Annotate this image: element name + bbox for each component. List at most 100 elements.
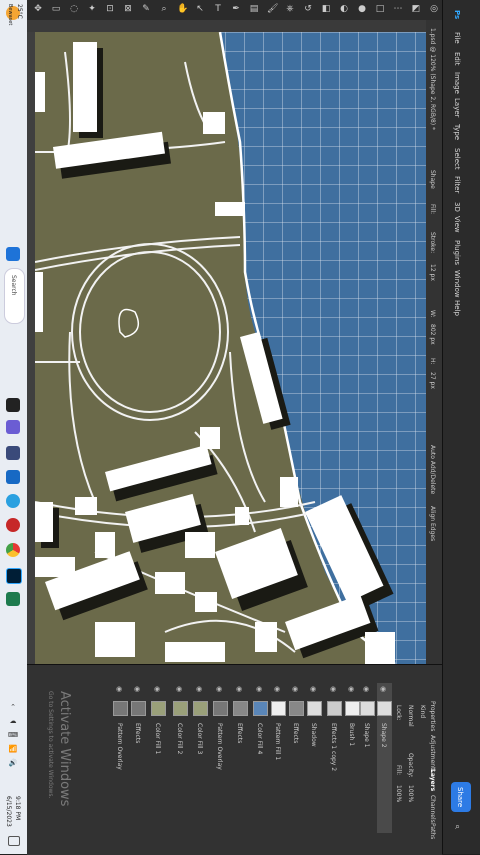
share-button[interactable]: Share [451, 782, 471, 812]
layer-row[interactable]: ◉ Pattern Overlay [213, 683, 228, 833]
layer-row[interactable]: ◉ Effects 1 copy 2 [327, 683, 342, 833]
hand-icon[interactable]: ✋ [177, 4, 188, 14]
visibility-eye-icon[interactable]: ◉ [348, 685, 354, 693]
layer-row[interactable]: ◉ Color Fill 1 [151, 683, 166, 833]
filter-kind[interactable]: Kind [419, 705, 426, 718]
layer-row[interactable]: ◉ Pattern Overlay [113, 683, 128, 833]
layer-row[interactable]: ◉ Brush 1 [345, 683, 360, 833]
visibility-eye-icon[interactable]: ◉ [256, 685, 262, 693]
move-tool-icon[interactable]: ✥ [33, 4, 43, 14]
tab-paths[interactable]: Paths [429, 823, 436, 839]
stamp-icon[interactable]: ⎈ [285, 4, 295, 14]
layer-row[interactable]: ◉ Effects [233, 683, 248, 833]
menu-bar: Ps File Edit Image Layer Type Select Fil… [442, 0, 480, 854]
visibility-eye-icon[interactable]: ◉ [310, 685, 316, 693]
quick-mask-icon[interactable]: ◎ [429, 4, 439, 14]
menu-image[interactable]: Image [453, 72, 461, 94]
w-value[interactable]: 802 px [429, 324, 436, 345]
menu-select[interactable]: Select [453, 148, 461, 170]
align-edges[interactable]: Align Edges [429, 506, 436, 541]
frame-icon[interactable]: ⊠ [123, 4, 133, 14]
crop-icon[interactable]: ⊡ [105, 4, 115, 14]
history-brush-icon[interactable]: ↺ [303, 4, 313, 14]
edit-toolbar-icon[interactable]: ⋯ [393, 4, 403, 14]
tab-layers[interactable]: Layers [429, 769, 436, 791]
pen-icon[interactable]: ✒ [231, 4, 241, 14]
wand-icon[interactable]: ✦ [87, 4, 97, 14]
layer-row[interactable]: ◉ Shape 1 [360, 683, 375, 833]
tab-channels[interactable]: Channels [429, 795, 436, 823]
visibility-eye-icon[interactable]: ◉ [196, 685, 202, 693]
visibility-eye-icon[interactable]: ◉ [154, 685, 160, 693]
notification-icon[interactable] [8, 836, 20, 846]
visibility-eye-icon[interactable]: ◉ [274, 685, 280, 693]
layer-row[interactable]: ◉ Effects [131, 683, 146, 833]
foreground-color-icon[interactable]: ◩ [411, 4, 421, 14]
lasso-icon[interactable]: ◌ [69, 4, 79, 14]
menu-layer[interactable]: Layer [453, 98, 461, 118]
store-icon[interactable] [6, 470, 20, 484]
shape-mode-label[interactable]: Shape [429, 170, 436, 189]
layer-row[interactable]: ◉ Color Fill 4 [253, 683, 268, 833]
system-tray[interactable]: ⌃ ☁ ⌨ 📶 🔊 [7, 700, 19, 790]
blend-mode[interactable]: Normal [407, 705, 414, 727]
edge-icon[interactable] [6, 494, 20, 508]
layer-row[interactable]: ◉ Effects [289, 683, 304, 833]
search-icon[interactable]: ⌕ [455, 822, 460, 832]
visibility-eye-icon[interactable]: ◉ [380, 685, 386, 693]
zoom-icon[interactable]: ⌕ [159, 4, 169, 14]
h-value[interactable]: 27 px [429, 372, 436, 389]
rect-shape-icon[interactable]: □ [375, 4, 385, 14]
menu-filter[interactable]: Filter [453, 176, 461, 193]
menu-file[interactable]: File [453, 32, 461, 44]
menu-help[interactable]: Help [453, 300, 461, 316]
clock-date[interactable]: 6/15/2023 [5, 796, 12, 827]
blur-icon[interactable]: ◐ [339, 4, 349, 14]
menu-view[interactable]: View [453, 216, 461, 233]
layer-row[interactable]: ◉ Shape 2 [377, 683, 392, 833]
clock-time[interactable]: 9:18 PM [14, 796, 21, 820]
tab-adjustments[interactable]: Adjustments [429, 735, 436, 773]
visibility-eye-icon[interactable]: ◉ [216, 685, 222, 693]
start-icon[interactable] [6, 247, 20, 261]
auto-add-delete[interactable]: Auto Add/Delete [429, 445, 436, 494]
photoshop-icon[interactable] [6, 568, 22, 584]
chrome-icon[interactable] [6, 543, 20, 557]
layer-row[interactable]: ◉ Color Fill 3 [193, 683, 208, 833]
visibility-eye-icon[interactable]: ◉ [292, 685, 298, 693]
gradient-icon[interactable]: ▤ [249, 4, 259, 14]
opera-icon[interactable] [6, 518, 20, 532]
document-canvas[interactable] [35, 32, 426, 664]
eraser-icon[interactable]: ◧ [321, 4, 331, 14]
menu-type[interactable]: Type [453, 124, 461, 140]
type-tool-icon[interactable]: T [213, 4, 223, 14]
search-box[interactable]: Search [4, 268, 25, 324]
layer-row[interactable]: ◉ Pattern Fill 1 [271, 683, 286, 833]
brush-icon[interactable]: 🖌 [267, 4, 278, 14]
path-select-icon[interactable]: ↖ [195, 4, 205, 14]
document-tab[interactable]: 1.psd @ 120% (Shape 2, RGB/8) * [429, 28, 436, 130]
visibility-eye-icon[interactable]: ◉ [116, 685, 122, 693]
dodge-icon[interactable]: ● [357, 4, 367, 14]
stroke-width[interactable]: 12 px [429, 264, 436, 281]
opacity-value[interactable]: 100% [407, 785, 414, 802]
menu-edit[interactable]: Edit [453, 52, 461, 66]
eyedropper-icon[interactable]: ✎ [141, 4, 151, 14]
marquee-icon[interactable]: ▭ [51, 4, 61, 14]
layer-row[interactable]: ◉ Shadow [307, 683, 322, 833]
menu-window[interactable]: Window [453, 270, 461, 298]
visibility-eye-icon[interactable]: ◉ [236, 685, 242, 693]
menu-3d[interactable]: 3D [453, 202, 461, 212]
visibility-eye-icon[interactable]: ◉ [134, 685, 140, 693]
visibility-eye-icon[interactable]: ◉ [176, 685, 182, 693]
widgets-icon[interactable] [6, 446, 20, 460]
menu-plugins[interactable]: Plugins [453, 240, 461, 265]
fill-value[interactable]: 100% [395, 785, 402, 802]
layer-row[interactable]: ◉ Color Fill 2 [173, 683, 188, 833]
tab-properties[interactable]: Properties [429, 701, 436, 731]
app-icon[interactable] [6, 592, 20, 606]
chat-icon[interactable] [6, 420, 20, 434]
visibility-eye-icon[interactable]: ◉ [330, 685, 336, 693]
visibility-eye-icon[interactable]: ◉ [363, 685, 369, 693]
task-view-icon[interactable] [6, 398, 20, 412]
